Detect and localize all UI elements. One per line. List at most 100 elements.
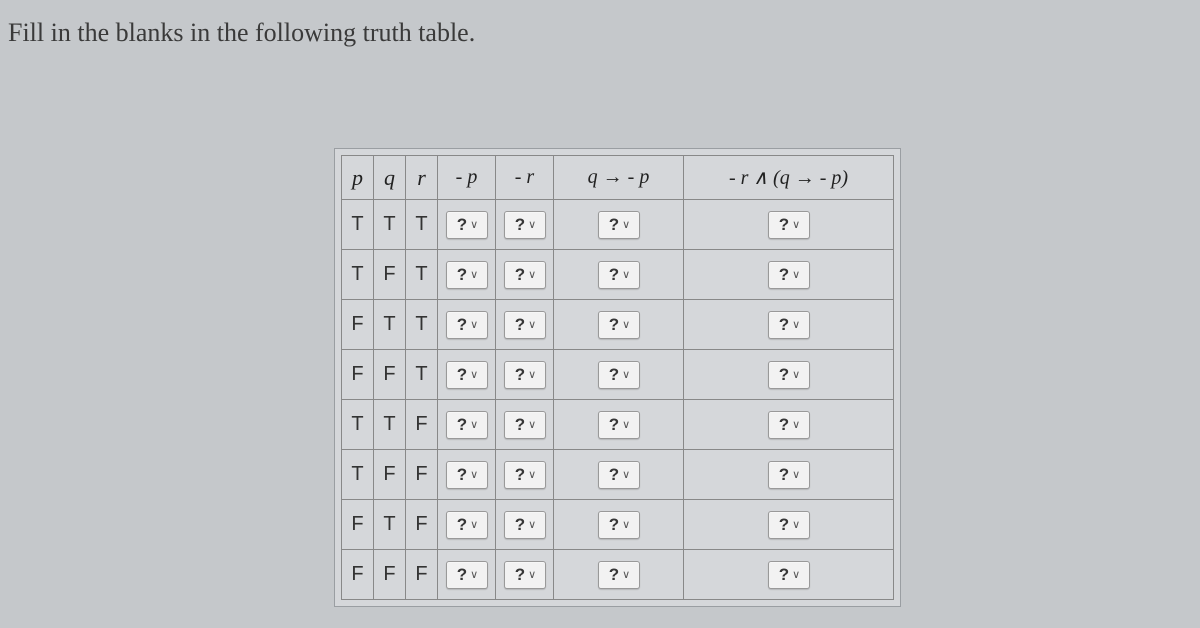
table-row: T T F ?∨ ?∨ ?∨ ?∨ [342,400,894,450]
dropdown-q-imp-not-p[interactable]: ?∨ [598,361,640,389]
dropdown-not-r[interactable]: ?∨ [504,511,546,539]
dropdown-not-p[interactable]: ?∨ [446,411,488,439]
dropdown-not-r[interactable]: ?∨ [504,261,546,289]
dropdown-not-p[interactable]: ?∨ [446,311,488,339]
table-row: F F T ?∨ ?∨ ?∨ ?∨ [342,350,894,400]
chevron-down-icon: ∨ [792,218,800,231]
cell-r: F [406,550,438,600]
chevron-down-icon: ∨ [792,368,800,381]
table-row: T F T ?∨ ?∨ ?∨ ?∨ [342,250,894,300]
truth-table: p q r - p - r q → - p - r ∧ (q → - p) T … [341,155,894,600]
cell-q: T [374,400,406,450]
cell-r: F [406,500,438,550]
chevron-down-icon: ∨ [792,568,800,581]
dropdown-not-r[interactable]: ?∨ [504,211,546,239]
chevron-down-icon: ∨ [470,418,478,431]
dropdown-q-imp-not-p[interactable]: ?∨ [598,261,640,289]
chevron-down-icon: ∨ [622,518,630,531]
dropdown-not-p[interactable]: ?∨ [446,511,488,539]
dropdown-q-imp-not-p[interactable]: ?∨ [598,411,640,439]
dropdown-q-imp-not-p[interactable]: ?∨ [598,211,640,239]
chevron-down-icon: ∨ [528,368,536,381]
header-q: q [374,156,406,200]
header-not-r: - r [496,156,554,200]
cell-r: T [406,350,438,400]
table-row: F F F ?∨ ?∨ ?∨ ?∨ [342,550,894,600]
cell-p: T [342,200,374,250]
chevron-down-icon: ∨ [470,368,478,381]
chevron-down-icon: ∨ [622,368,630,381]
cell-r: F [406,400,438,450]
chevron-down-icon: ∨ [470,268,478,281]
cell-p: F [342,350,374,400]
dropdown-not-r[interactable]: ?∨ [504,311,546,339]
chevron-down-icon: ∨ [528,418,536,431]
cell-q: T [374,500,406,550]
dropdown-final[interactable]: ?∨ [768,261,810,289]
cell-r: F [406,450,438,500]
table-body: T T T ?∨ ?∨ ?∨ ?∨ T F T ?∨ ?∨ ?∨ ?∨ F [342,200,894,600]
cell-r: T [406,250,438,300]
dropdown-not-p[interactable]: ?∨ [446,561,488,589]
chevron-down-icon: ∨ [792,418,800,431]
header-q-imp-not-p: q → - p [554,156,684,200]
dropdown-q-imp-not-p[interactable]: ?∨ [598,461,640,489]
chevron-down-icon: ∨ [470,568,478,581]
cell-q: F [374,250,406,300]
dropdown-not-p[interactable]: ?∨ [446,261,488,289]
cell-q: F [374,550,406,600]
dropdown-not-r[interactable]: ?∨ [504,561,546,589]
table-row: F T T ?∨ ?∨ ?∨ ?∨ [342,300,894,350]
chevron-down-icon: ∨ [792,468,800,481]
table-row: T F F ?∨ ?∨ ?∨ ?∨ [342,450,894,500]
header-row: p q r - p - r q → - p - r ∧ (q → - p) [342,156,894,200]
cell-r: T [406,300,438,350]
chevron-down-icon: ∨ [528,518,536,531]
dropdown-final[interactable]: ?∨ [768,361,810,389]
cell-p: F [342,500,374,550]
chevron-down-icon: ∨ [792,518,800,531]
chevron-down-icon: ∨ [470,218,478,231]
chevron-down-icon: ∨ [792,268,800,281]
truth-table-container: p q r - p - r q → - p - r ∧ (q → - p) T … [334,148,901,607]
chevron-down-icon: ∨ [622,218,630,231]
header-p: p [342,156,374,200]
dropdown-final[interactable]: ?∨ [768,561,810,589]
chevron-down-icon: ∨ [528,218,536,231]
dropdown-q-imp-not-p[interactable]: ?∨ [598,511,640,539]
cell-p: F [342,550,374,600]
cell-q: T [374,300,406,350]
chevron-down-icon: ∨ [792,318,800,331]
dropdown-not-p[interactable]: ?∨ [446,461,488,489]
table-row: T T T ?∨ ?∨ ?∨ ?∨ [342,200,894,250]
cell-q: F [374,450,406,500]
chevron-down-icon: ∨ [622,468,630,481]
chevron-down-icon: ∨ [470,318,478,331]
dropdown-q-imp-not-p[interactable]: ?∨ [598,311,640,339]
cell-p: T [342,450,374,500]
chevron-down-icon: ∨ [528,468,536,481]
dropdown-not-r[interactable]: ?∨ [504,461,546,489]
dropdown-q-imp-not-p[interactable]: ?∨ [598,561,640,589]
cell-q: F [374,350,406,400]
dropdown-not-r[interactable]: ?∨ [504,361,546,389]
chevron-down-icon: ∨ [622,268,630,281]
dropdown-not-r[interactable]: ?∨ [504,411,546,439]
cell-r: T [406,200,438,250]
header-not-p: - p [438,156,496,200]
chevron-down-icon: ∨ [528,268,536,281]
dropdown-final[interactable]: ?∨ [768,411,810,439]
chevron-down-icon: ∨ [470,518,478,531]
dropdown-not-p[interactable]: ?∨ [446,361,488,389]
instruction-text: Fill in the blanks in the following trut… [0,0,1200,48]
chevron-down-icon: ∨ [622,318,630,331]
table-row: F T F ?∨ ?∨ ?∨ ?∨ [342,500,894,550]
header-r: r [406,156,438,200]
dropdown-final[interactable]: ?∨ [768,511,810,539]
dropdown-not-p[interactable]: ?∨ [446,211,488,239]
dropdown-final[interactable]: ?∨ [768,211,810,239]
dropdown-final[interactable]: ?∨ [768,311,810,339]
dropdown-final[interactable]: ?∨ [768,461,810,489]
cell-p: T [342,250,374,300]
chevron-down-icon: ∨ [528,318,536,331]
